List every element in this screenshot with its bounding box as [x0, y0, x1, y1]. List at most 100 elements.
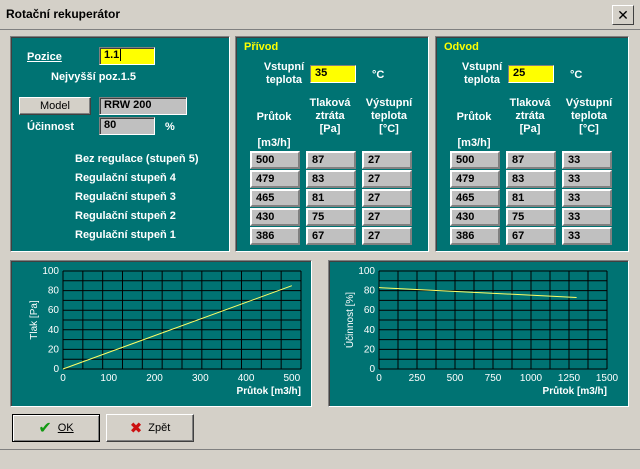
efficiency-value: 80 [99, 117, 155, 135]
status-bar [0, 449, 640, 469]
back-button[interactable]: ✖ Zpět [106, 414, 194, 442]
row-label-stage5: Bez regulace (stupeň 5) [75, 153, 199, 165]
exhaust-temp-cell: 33 [562, 208, 612, 226]
supply-loss-cell: 67 [306, 227, 356, 245]
exhaust-loss-cell: 81 [506, 189, 556, 207]
y-tick-label: 100 [42, 266, 59, 277]
y-tick-label: 60 [48, 305, 60, 316]
efficiency-unit: % [165, 121, 175, 133]
x-tick-label: 0 [376, 373, 382, 384]
y-tick-label: 40 [48, 325, 60, 336]
y-tick-label: 0 [53, 364, 59, 375]
x-tick-label: 1000 [520, 373, 543, 384]
exhaust-col-flow-header: Průtok [m3/h] [456, 111, 492, 149]
exhaust-temp-cell: 33 [562, 189, 612, 207]
exhaust-flow-cell: 430 [450, 208, 500, 226]
supply-title: Přívod [244, 41, 279, 53]
exhaust-loss-cell: 75 [506, 208, 556, 226]
efficiency-chart-panel: 0 20 40 60 80 100 0 250 500 750 1000 1250 1500 Účinno… [328, 260, 629, 407]
x-tick-label: 0 [60, 373, 66, 384]
title-bar: Rotační rekuperátor ✕ [0, 0, 640, 30]
exhaust-col-temp-header: Výstupní teplota [°C] [565, 97, 613, 135]
close-button[interactable]: ✕ [612, 5, 634, 25]
x-tick-label: 400 [238, 373, 255, 384]
exhaust-loss-cell: 83 [506, 170, 556, 188]
supply-inlet-temp-input[interactable]: 35 [310, 65, 356, 83]
x-tick-label: 1500 [596, 373, 619, 384]
exhaust-temp-cell: 33 [562, 170, 612, 188]
y-tick-label: 80 [48, 286, 60, 297]
model-value: RRW 200 [99, 97, 187, 115]
close-icon: ✕ [617, 6, 629, 23]
parameters-panel: Pozice 1.1 Nejvyšší poz.1.5 Model RRW 20… [10, 36, 230, 252]
model-button[interactable]: Model [19, 97, 91, 115]
supply-temp-cell: 27 [362, 208, 412, 226]
supply-loss-cell: 83 [306, 170, 356, 188]
supply-col-flow-header: Průtok [m3/h] [256, 111, 292, 149]
supply-loss-cell: 81 [306, 189, 356, 207]
exhaust-flow-cell: 386 [450, 227, 500, 245]
cross-icon: ✖ [129, 420, 143, 437]
exhaust-inlet-unit: °C [570, 69, 583, 81]
back-label: Zpět [148, 422, 171, 434]
supply-col-loss-header: Tlaková ztráta [Pa] [309, 97, 351, 135]
supply-temp-cell: 27 [362, 151, 412, 169]
exhaust-panel: Odvod Vstupní teplota 25 °C Průtok [m3/h… [435, 36, 629, 252]
efficiency-label: Účinnost [27, 121, 75, 133]
y-axis-label: Tlak [Pa] [29, 300, 40, 340]
row-label-stage2: Regulační stupeň 2 [75, 210, 176, 222]
exhaust-flow-cell: 500 [450, 151, 500, 169]
y-tick-label: 20 [48, 344, 60, 355]
x-tick-label: 300 [192, 373, 209, 384]
supply-temp-cell: 27 [362, 227, 412, 245]
supply-panel: Přívod Vstupní teplota 35 °C Průtok [m3/… [235, 36, 429, 252]
x-axis-label: Průtok [m3/h] [237, 385, 301, 397]
exhaust-flow-cell: 479 [450, 170, 500, 188]
x-tick-label: 250 [409, 373, 426, 384]
series-line [62, 285, 293, 370]
pressure-chart: 0 20 40 60 80 100 0 100 200 300 400 500 Tlak [Pa] Prů… [29, 266, 302, 397]
max-position-text: Nejvyšší poz.1.5 [51, 71, 136, 83]
supply-col-temp-header: Výstupní teplota [°C] [365, 97, 413, 135]
y-tick-label: 40 [364, 325, 376, 336]
y-tick-label: 0 [369, 364, 375, 375]
exhaust-inlet-temp-input[interactable]: 25 [508, 65, 554, 83]
y-tick-label: 20 [364, 344, 376, 355]
x-tick-label: 1250 [558, 373, 581, 384]
exhaust-inlet-label: Vstupní teplota [461, 61, 503, 86]
pressure-chart-panel: 0 20 40 60 80 100 0 100 200 300 400 500 Tlak [Pa] Prů… [10, 260, 312, 407]
x-tick-label: 500 [284, 373, 301, 384]
exhaust-title: Odvod [444, 41, 479, 53]
supply-loss-cell: 75 [306, 208, 356, 226]
supply-inlet-label: Vstupní teplota [263, 61, 305, 86]
exhaust-loss-cell: 67 [506, 227, 556, 245]
x-tick-label: 100 [100, 373, 117, 384]
y-axis-label: Účinnost [%] [343, 292, 356, 348]
supply-flow-cell: 465 [250, 189, 300, 207]
efficiency-chart: 0204060801000 250 500 750 1000 1250 1500Účinno… [343, 266, 619, 397]
ok-label: OK [57, 422, 74, 434]
ok-button[interactable]: ✔ OK [12, 414, 100, 442]
exhaust-col-loss-header: Tlaková ztráta [Pa] [509, 97, 551, 135]
supply-inlet-unit: °C [372, 69, 385, 81]
supply-flow-cell: 500 [250, 151, 300, 169]
exhaust-temp-cell: 33 [562, 151, 612, 169]
position-label: Pozice [27, 51, 62, 63]
row-label-stage1: Regulační stupeň 1 [75, 229, 176, 241]
checkmark-icon: ✔ [38, 420, 52, 437]
exhaust-temp-cell: 33 [562, 227, 612, 245]
x-tick-label: 200 [146, 373, 163, 384]
x-tick-label: 500 [447, 373, 464, 384]
y-tick-label: 80 [364, 286, 376, 297]
exhaust-flow-cell: 465 [450, 189, 500, 207]
row-label-stage4: Regulační stupeň 4 [75, 172, 176, 184]
position-input[interactable]: 1.1 [99, 47, 155, 65]
supply-temp-cell: 27 [362, 170, 412, 188]
y-tick-label: 100 [358, 266, 375, 277]
window-title: Rotační rekuperátor [6, 7, 121, 21]
y-tick-label: 60 [364, 305, 376, 316]
supply-flow-cell: 479 [250, 170, 300, 188]
supply-loss-cell: 87 [306, 151, 356, 169]
supply-temp-cell: 27 [362, 189, 412, 207]
x-tick-label: 750 [485, 373, 502, 384]
